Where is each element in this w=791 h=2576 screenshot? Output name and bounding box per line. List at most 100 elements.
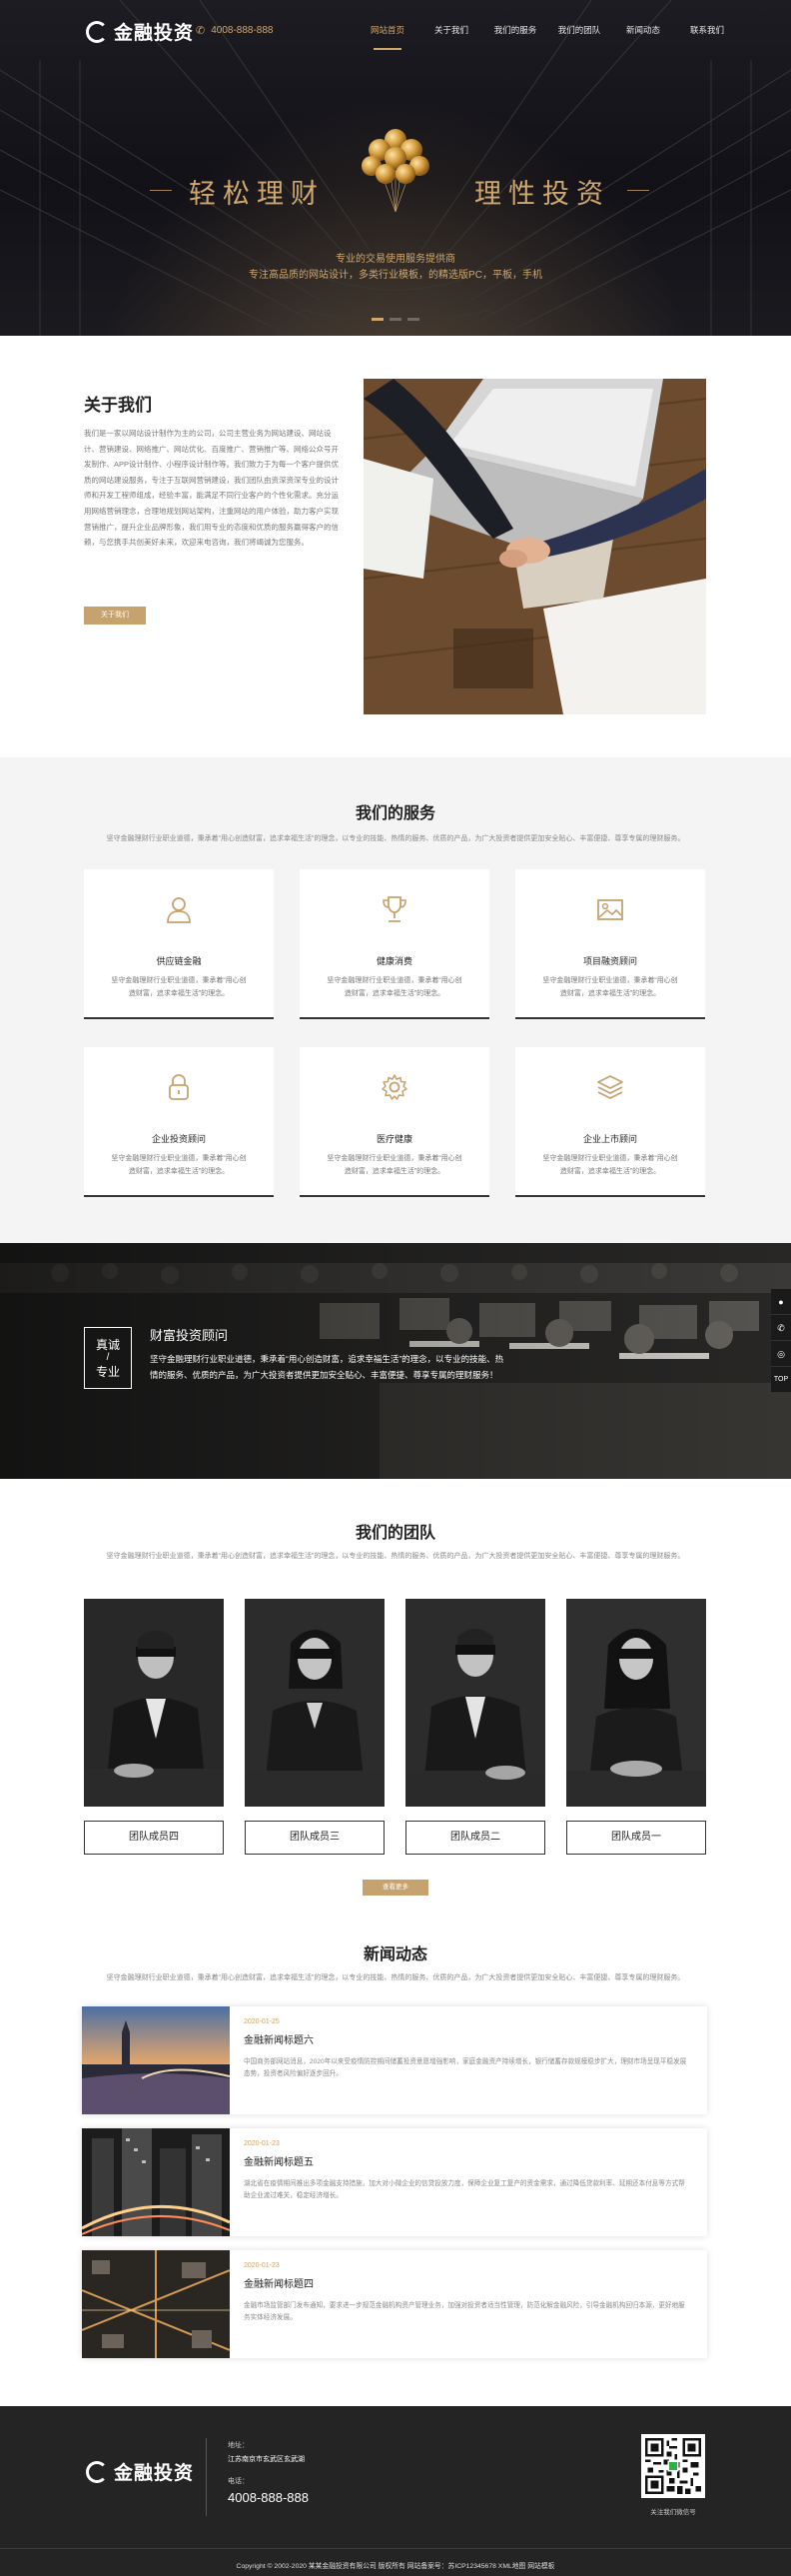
footer-divider: [206, 2438, 207, 2516]
hero-banner: 金融投资 ✆ 4008-888-888 网站首页 关于我们 我们的服务 我们的团…: [0, 0, 791, 336]
copyright-text: Copyright © 2002-2020 某某金融投资有限公司 版权所有 网站…: [236, 2563, 555, 2570]
team-title: 我们的团队: [355, 1525, 435, 1542]
team-section: 我们的团队 坚守金融理财行业职业道德，秉承着“用心创造财富，追求幸福生活”的理念…: [0, 1479, 791, 1919]
site-footer: 金融投资 地址： 江苏南京市玄武区玄武湖 电话： 4008-888-888 关注…: [0, 2406, 791, 2576]
badge-top-text: 真诚: [95, 1338, 120, 1352]
service-name: 健康消费: [376, 956, 412, 966]
news-excerpt: 金融市场监管部门发布通知，要求进一步规范金融机构资产管理业务，加强对投资者适当性…: [244, 2302, 685, 2321]
service-name: 企业上市顾问: [582, 1134, 637, 1144]
service-card[interactable]: 项目融资顾问 坚守金融理财行业职业道德，秉承着“用心创造财富，追求幸福生活”的理…: [515, 869, 705, 1019]
footer-phone: 4008-888-888: [228, 2490, 309, 2505]
news-thumbnail: [82, 2128, 230, 2236]
nav-item-about[interactable]: 关于我们: [419, 0, 483, 60]
hero-subtitle-2: 专注高品质的网站设计，多类行业模板，的精选版PC，平板，手机: [249, 270, 542, 281]
footer-separator: [0, 2548, 791, 2549]
service-name: 项目融资顾问: [582, 956, 637, 966]
slider-dot-1[interactable]: [372, 318, 384, 321]
service-card[interactable]: 企业投资顾问 坚守金融理财行业职业道德，秉承着“用心创造财富，追求幸福生活”的理…: [84, 1047, 274, 1197]
slider-dot-2[interactable]: [390, 318, 401, 321]
service-card[interactable]: 医疗健康 坚守金融理财行业职业道德，秉承着“用心创造财富，追求幸福生活”的理念。: [300, 1047, 489, 1197]
services-title: 我们的服务: [355, 805, 435, 822]
footer-phone-label: 电话：: [228, 2478, 249, 2485]
top-navigation: 金融投资 ✆ 4008-888-888 网站首页 关于我们 我们的服务 我们的团…: [0, 0, 791, 60]
gear-icon: [382, 1074, 407, 1100]
image-icon: [597, 899, 623, 920]
service-card[interactable]: 供应链金融 坚守金融理财行业职业道德，秉承着“用心创造财富，追求幸福生活”的理念…: [84, 869, 274, 1019]
team-member-name[interactable]: 团队成员三: [245, 1821, 385, 1855]
team-member-photo: [405, 1599, 545, 1807]
badge-bottom-text: 专业: [95, 1365, 120, 1379]
service-name: 企业投资顾问: [151, 1134, 206, 1144]
footer-logo[interactable]: 金融投资: [86, 2458, 194, 2485]
trophy-icon: [383, 896, 406, 922]
service-desc: 坚守金融理财行业职业道德，秉承着“用心创造财富，追求幸福生活”的理念。: [327, 977, 462, 997]
back-to-top-icon[interactable]: TOP: [771, 1367, 791, 1393]
main-menu: 网站首页 关于我们 我们的服务 我们的团队 新闻动态 联系我们: [356, 0, 739, 60]
news-item[interactable]: 2020-01-25 金融新闻标题六 中国商务部网站消息，2020年以来受疫情防…: [82, 2006, 707, 2114]
badge-slash: /: [106, 1352, 110, 1363]
banner-text: 坚守金融理财行业职业道德，秉承着“用心创造财富，追求幸福生活”的理念，以专业的技…: [150, 1354, 504, 1380]
nav-item-contact[interactable]: 联系我们: [675, 0, 739, 60]
news-thumbnail: [82, 2006, 230, 2114]
news-item-title[interactable]: 金融新闻标题四: [244, 2275, 314, 2290]
about-title: 关于我们: [84, 396, 152, 415]
services-section: 我们的服务 坚守金融理财行业职业道德，秉承着“用心创造财富，追求幸福生活”的理念…: [0, 757, 791, 1243]
hero-slogan-left: 轻松理财: [189, 179, 325, 209]
service-desc: 坚守金融理财行业职业道德，秉承着“用心创造财富，追求幸福生活”的理念。: [542, 1155, 678, 1175]
service-card[interactable]: 健康消费 坚守金融理财行业职业道德，秉承着“用心创造财富，追求幸福生活”的理念。: [300, 869, 489, 1019]
hero-subtitle-1: 专业的交易使用服务提供商: [336, 254, 455, 265]
nav-item-team[interactable]: 我们的团队: [547, 0, 611, 60]
news-section: 新闻动态 坚守金融理财行业职业道德，秉承着“用心创造财富，追求幸福生活”的理念，…: [0, 1919, 791, 2406]
logo-swirl-icon: [86, 20, 108, 43]
team-member-photo: [245, 1599, 385, 1807]
news-thumbnail: [82, 2250, 230, 2358]
about-section: 关于我们 我们是一家以网站设计制作为主的公司，公司主营业务为网站建设、网站设计、…: [0, 336, 791, 757]
team-member-card[interactable]: 团队成员四: [84, 1599, 224, 1855]
footer-logo-text: 金融投资: [114, 2463, 195, 2484]
team-member-name[interactable]: 团队成员二: [405, 1821, 545, 1855]
team-member-card[interactable]: 团队成员二: [405, 1599, 545, 1855]
team-member-photo: [566, 1599, 706, 1807]
team-member-name[interactable]: 团队成员一: [566, 1821, 706, 1855]
news-item-title[interactable]: 金融新闻标题五: [244, 2153, 314, 2168]
news-item-title[interactable]: 金融新闻标题六: [244, 2031, 314, 2046]
logo-text: 金融投资: [114, 23, 195, 44]
qr-caption: 关注我们微信号: [650, 2509, 696, 2516]
nav-item-home[interactable]: 网站首页: [356, 0, 419, 60]
service-card[interactable]: 企业上市顾问 坚守金融理财行业职业道德，秉承着“用心创造财富，追求幸福生活”的理…: [515, 1047, 705, 1197]
news-date: 2020-01-23: [244, 2140, 280, 2147]
lock-icon: [169, 1074, 189, 1100]
team-member-name[interactable]: 团队成员四: [84, 1821, 224, 1855]
header-phone: ✆ 4008-888-888: [196, 24, 274, 37]
slider-dots: [372, 318, 419, 321]
team-member-card[interactable]: 团队成员一: [566, 1599, 706, 1855]
user-icon: [167, 897, 191, 923]
news-title: 新闻动态: [363, 1946, 427, 1963]
chat-icon[interactable]: ●: [771, 1289, 791, 1315]
service-name: 供应链金融: [156, 956, 202, 966]
team-more-button[interactable]: 查看更多: [363, 1880, 428, 1896]
banner-title: 财富投资顾问: [150, 1328, 229, 1343]
about-more-button[interactable]: 关于我们: [84, 607, 146, 625]
news-item[interactable]: 2020-01-23 金融新闻标题五 湖北省在疫情期间推出多项金融支持措施，加大…: [82, 2128, 707, 2236]
service-desc: 坚守金融理财行业职业道德，秉承着“用心创造财富，追求幸福生活”的理念。: [111, 1155, 247, 1175]
slider-dot-3[interactable]: [407, 318, 419, 321]
phone-icon[interactable]: ✆: [771, 1315, 791, 1341]
team-member-card[interactable]: 团队成员三: [245, 1599, 385, 1855]
advisor-banner: 真诚 / 专业 财富投资顾问 坚守金融理财行业职业道德，秉承着“用心创造财富，追…: [0, 1243, 791, 1479]
site-logo[interactable]: 金融投资: [86, 18, 194, 45]
hero-slogan-right: 理性投资: [474, 179, 610, 209]
wechat-icon[interactable]: ◎: [771, 1341, 791, 1367]
phone-icon: ✆: [196, 25, 206, 37]
service-desc: 坚守金融理财行业职业道德，秉承着“用心创造财富，追求幸福生活”的理念。: [111, 977, 247, 997]
team-desc: 坚守金融理财行业职业道德，秉承着“用心创造财富，追求幸福生活”的理念，以专业的技…: [106, 1553, 685, 1560]
nav-item-services[interactable]: 我们的服务: [483, 0, 547, 60]
news-date: 2020-01-25: [244, 2018, 280, 2025]
about-text: 我们是一家以网站设计制作为主的公司，公司主营业务为网站建设、网站设计、营销建设、…: [84, 429, 340, 548]
header-phone-number: 4008-888-888: [211, 25, 274, 36]
nav-item-news[interactable]: 新闻动态: [611, 0, 675, 60]
news-excerpt: 中国商务部网站消息，2020年以来受疫情防控期间储蓄投资意愿增强影响，家庭金融资…: [244, 2058, 687, 2077]
news-item[interactable]: 2020-01-23 金融新闻标题四 金融市场监管部门发布通知，要求进一步规范金…: [82, 2250, 707, 2358]
service-name: 医疗健康: [376, 1134, 412, 1144]
sincere-professional-badge: 真诚 / 专业: [84, 1327, 132, 1389]
